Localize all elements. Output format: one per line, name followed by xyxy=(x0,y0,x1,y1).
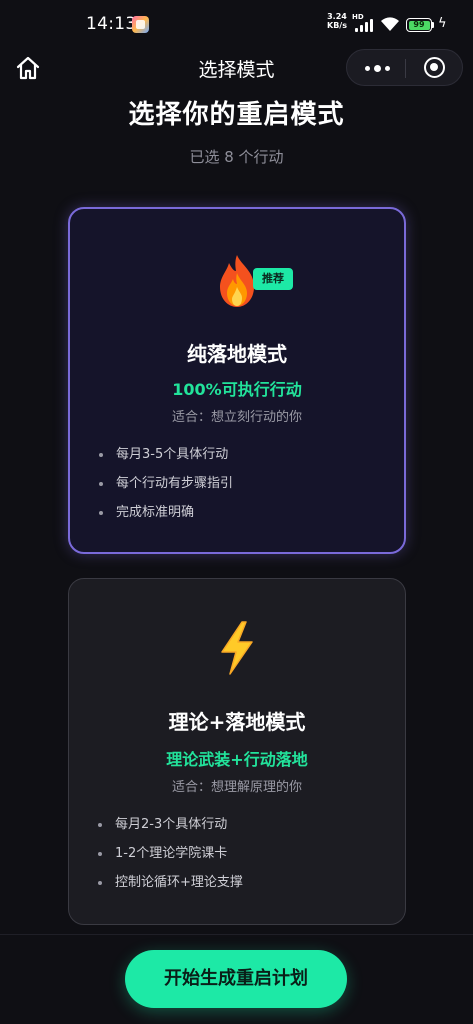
wifi-icon xyxy=(381,17,399,31)
mode-subtitle: 100%可执行行动 xyxy=(172,380,302,399)
mode-fit-text: 适合：想立刻行动的你 xyxy=(171,410,302,425)
battery-level: 99 xyxy=(413,20,425,29)
generate-plan-button[interactable]: 开始生成重启计划 xyxy=(125,950,347,1008)
app-notification-icon xyxy=(132,16,149,33)
capsule-divider xyxy=(405,59,406,78)
mode-card-theory-action[interactable]: 理论+落地模式 理论武装+行动落地 适合：想理解原理的你 每月2-3个具体行动 … xyxy=(68,578,406,925)
feature-list: 每月3-5个具体行动 每个行动有步骤指引 完成标准明确 xyxy=(96,445,233,532)
charging-bolt-icon: ϟ xyxy=(438,16,447,31)
mode-title: 理论+落地模式 xyxy=(168,710,306,734)
feature-item: 每月2-3个具体行动 xyxy=(95,815,243,844)
battery-icon: 99 xyxy=(406,18,432,32)
status-time: 14:13 xyxy=(86,14,137,34)
feature-item: 每个行动有步骤指引 xyxy=(96,474,233,503)
feature-item: 控制论循环+理论支撑 xyxy=(95,873,243,902)
feature-item: 1-2个理论学院课卡 xyxy=(95,844,243,873)
miniprogram-capsule xyxy=(346,49,463,86)
feature-item: 每月3-5个具体行动 xyxy=(96,445,233,474)
status-bar: 14:13 3.24 KB/s HD 99 ϟ xyxy=(0,0,473,48)
feature-item: 完成标准明确 xyxy=(96,503,233,532)
bottom-divider xyxy=(0,934,473,935)
mode-title: 纯落地模式 xyxy=(187,342,287,366)
signal-icon xyxy=(355,18,373,32)
lightning-icon xyxy=(69,620,405,689)
more-dots-icon[interactable] xyxy=(365,59,390,77)
recommended-badge: 推荐 xyxy=(253,268,293,290)
mode-subtitle: 理论武装+行动落地 xyxy=(166,750,308,769)
miniprogram-close-icon[interactable] xyxy=(424,57,445,78)
mode-select-screen: 14:13 3.24 KB/s HD 99 ϟ 选择模式 选择你的重启模式 已选… xyxy=(0,0,473,1024)
mode-card-pure-action[interactable]: 推荐 纯落地模式 100%可执行行动 适合：想立刻行动的你 每月3-5个具体行动… xyxy=(68,207,406,554)
fire-icon xyxy=(70,253,404,322)
battery-tip xyxy=(432,22,434,28)
selected-count: 已选 8 个行动 xyxy=(189,148,284,166)
mode-fit-text: 适合：想理解原理的你 xyxy=(171,780,302,795)
network-speed: 3.24 KB/s xyxy=(327,12,347,30)
feature-list: 每月2-3个具体行动 1-2个理论学院课卡 控制论循环+理论支撑 xyxy=(95,815,243,902)
page-heading: 选择你的重启模式 xyxy=(128,100,345,130)
